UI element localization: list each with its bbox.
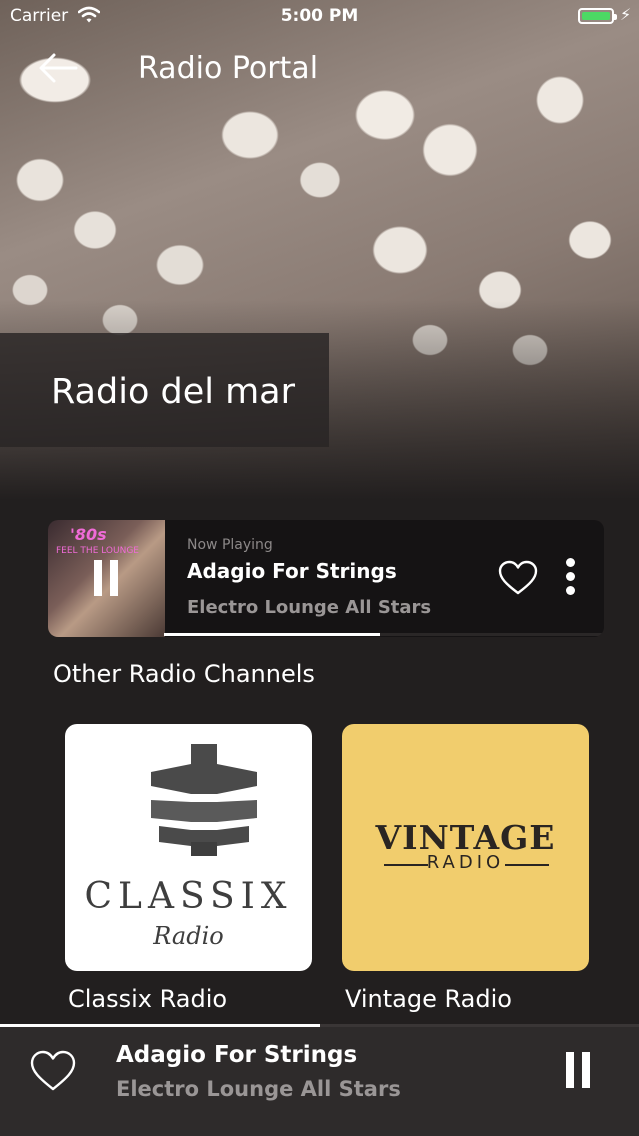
back-button[interactable]	[34, 48, 82, 88]
player-progress-track	[0, 1024, 639, 1027]
charging-icon: ⚡	[620, 5, 632, 24]
now-playing-progress-fill	[164, 633, 380, 636]
heart-outline-icon[interactable]	[30, 1050, 76, 1092]
now-playing-progress-track	[164, 633, 604, 636]
player-song-title: Adagio For Strings	[116, 1042, 358, 1068]
album-art-subtitle: FEEL THE LOUNGE	[56, 546, 139, 556]
album-art-title: '80s	[70, 525, 107, 544]
heart-outline-icon[interactable]	[498, 560, 538, 596]
arrow-left-icon	[39, 53, 78, 83]
pause-icon[interactable]	[566, 1052, 592, 1088]
channel-label-vintage[interactable]: Vintage Radio	[345, 985, 512, 1013]
more-vertical-icon[interactable]	[560, 558, 582, 598]
pause-icon[interactable]	[94, 560, 120, 596]
album-art: '80s FEEL THE LOUNGE	[48, 520, 165, 637]
channel-card-vintage[interactable]: VINTAGE RADIO	[342, 724, 589, 971]
now-playing-card[interactable]: '80s FEEL THE LOUNGE Now Playing Adagio …	[48, 520, 604, 637]
vintage-logo-subtext: RADIO	[426, 852, 505, 873]
classix-logo-icon	[151, 744, 257, 856]
now-playing-label: Now Playing	[187, 537, 273, 553]
station-name: Radio del mar	[51, 372, 296, 412]
mini-player[interactable]: Adagio For Strings Electro Lounge All St…	[0, 1024, 639, 1136]
status-bar: Carrier 5:00 PM ⚡	[0, 0, 639, 34]
channel-label-classix[interactable]: Classix Radio	[68, 985, 227, 1013]
now-playing-song: Adagio For Strings	[187, 559, 397, 583]
player-progress-fill	[0, 1024, 320, 1027]
classix-logo-subtext: Radio	[153, 922, 224, 950]
page-title: Radio Portal	[138, 51, 319, 86]
battery-icon	[578, 8, 617, 24]
classix-logo-text: CLASSIX	[84, 876, 293, 917]
now-playing-artist: Electro Lounge All Stars	[187, 597, 432, 618]
section-title: Other Radio Channels	[53, 660, 315, 688]
vintage-logo-line-right	[505, 864, 549, 866]
player-artist: Electro Lounge All Stars	[116, 1077, 401, 1101]
status-time: 5:00 PM	[280, 6, 359, 26]
channel-card-classix[interactable]: CLASSIX Radio	[65, 724, 312, 971]
